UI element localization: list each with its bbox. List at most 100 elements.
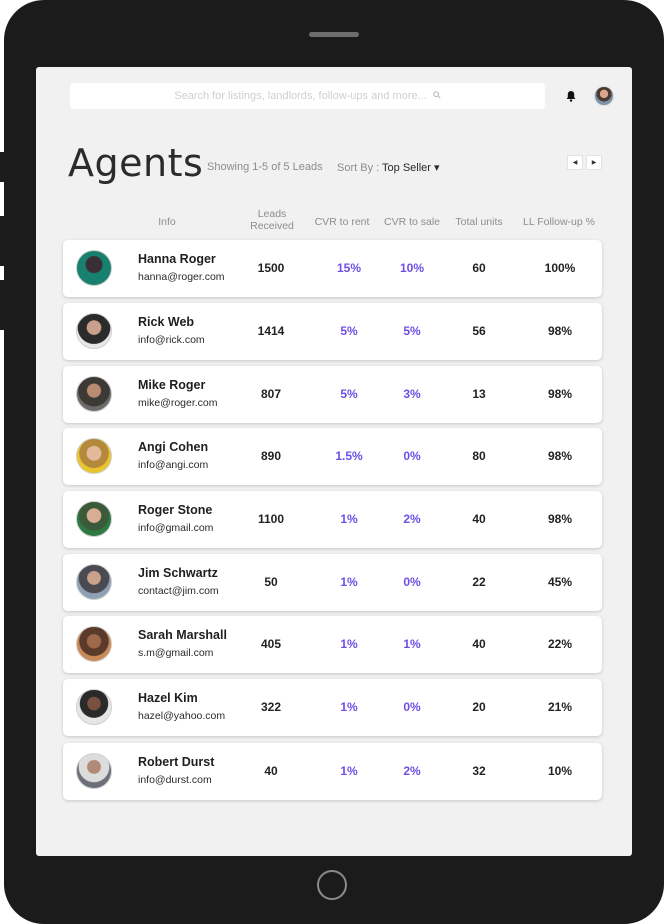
agent-email: hanna@roger.com (138, 271, 225, 283)
total-units: 40 (472, 637, 486, 651)
avatar (76, 376, 112, 412)
cvr-to-sale: 10% (399, 261, 425, 275)
avatar (76, 626, 112, 662)
cvr-to-rent: 1% (340, 764, 358, 778)
cvr-to-rent: 15% (336, 261, 362, 275)
cvr-to-sale: 2% (403, 512, 421, 526)
agent-name: Robert Durst (138, 755, 215, 769)
table-row[interactable]: Roger Stone info@gmail.com 1100 1% 2% 40… (63, 491, 602, 548)
total-units: 40 (472, 512, 486, 526)
search-input[interactable]: Search for listings, landlords, follow-u… (70, 83, 545, 109)
agent-email: mike@roger.com (138, 397, 218, 409)
caret-right-icon: ▶ (591, 160, 597, 166)
side-button (0, 152, 4, 182)
leads-received: 807 (260, 387, 282, 401)
leads-received: 405 (260, 637, 282, 651)
leads-received: 1500 (257, 261, 285, 275)
agent-name: Mike Roger (138, 378, 206, 392)
column-header-leads[interactable]: Leads Received (245, 208, 299, 232)
agent-email: info@angi.com (138, 459, 209, 471)
ll-follow-up: 10% (547, 764, 573, 778)
table-row[interactable]: Hazel Kim hazel@yahoo.com 322 1% 0% 20 2… (63, 679, 602, 736)
user-avatar[interactable] (594, 86, 614, 106)
agent-name: Hanna Roger (138, 252, 216, 266)
top-bar: Search for listings, landlords, follow-u… (36, 67, 632, 127)
table-row[interactable]: Mike Roger mike@roger.com 807 5% 3% 13 9… (63, 366, 602, 423)
cvr-to-sale: 3% (403, 387, 421, 401)
agent-name: Roger Stone (138, 503, 213, 517)
sort-by-dropdown[interactable]: Sort By : Top Seller ▾ (337, 161, 440, 174)
table-row[interactable]: Sarah Marshall s.m@gmail.com 405 1% 1% 4… (63, 616, 602, 673)
leads-received: 50 (264, 575, 278, 589)
side-button (0, 280, 4, 330)
agent-name: Sarah Marshall (138, 628, 227, 642)
home-button[interactable] (317, 870, 347, 900)
table-row[interactable]: Hanna Roger hanna@roger.com 1500 15% 10%… (63, 240, 602, 297)
column-header-ll-follow-up[interactable]: LL Follow-up % (516, 216, 602, 228)
results-count: Showing 1-5 of 5 Leads (207, 161, 323, 173)
ll-follow-up: 98% (547, 324, 573, 338)
total-units: 13 (472, 387, 486, 401)
agent-email: hazel@yahoo.com (138, 710, 226, 722)
leads-received: 1100 (257, 512, 285, 526)
agent-name: Jim Schwartz (138, 566, 218, 580)
next-page-button[interactable]: ▶ (586, 155, 602, 170)
avatar (76, 689, 112, 725)
cvr-to-rent: 1% (340, 512, 358, 526)
avatar (76, 313, 112, 349)
cvr-to-sale: 0% (403, 700, 421, 714)
cvr-to-sale: 0% (403, 575, 421, 589)
cvr-to-rent: 5% (340, 387, 358, 401)
ll-follow-up: 98% (547, 449, 573, 463)
agent-email: info@rick.com (138, 334, 205, 346)
cvr-to-sale: 2% (403, 764, 421, 778)
ll-follow-up: 45% (547, 575, 573, 589)
table-row[interactable]: Angi Cohen info@angi.com 890 1.5% 0% 80 … (63, 428, 602, 485)
avatar (76, 753, 112, 789)
ll-follow-up: 100% (544, 261, 576, 275)
ll-follow-up: 21% (547, 700, 573, 714)
cvr-to-rent: 5% (340, 324, 358, 338)
bell-icon[interactable] (564, 89, 578, 103)
cvr-to-rent: 1% (340, 637, 358, 651)
total-units: 60 (472, 261, 486, 275)
column-header-total-units[interactable]: Total units (446, 216, 512, 228)
total-units: 22 (472, 575, 486, 589)
table-row[interactable]: Jim Schwartz contact@jim.com 50 1% 0% 22… (63, 554, 602, 611)
cvr-to-sale: 0% (403, 449, 421, 463)
caret-left-icon: ◀ (572, 160, 578, 166)
ll-follow-up: 98% (547, 512, 573, 526)
previous-page-button[interactable]: ◀ (567, 155, 583, 170)
column-header-cvr-sale[interactable]: CVR to sale (376, 216, 448, 228)
agent-email: s.m@gmail.com (138, 647, 214, 659)
agent-email: info@gmail.com (138, 522, 214, 534)
ll-follow-up: 22% (547, 637, 573, 651)
leads-received: 40 (264, 764, 278, 778)
agent-email: info@durst.com (138, 774, 212, 786)
leads-received: 322 (260, 700, 282, 714)
leads-received: 1414 (257, 324, 285, 338)
ll-follow-up: 98% (547, 387, 573, 401)
total-units: 56 (472, 324, 486, 338)
agent-name: Angi Cohen (138, 440, 209, 454)
cvr-to-rent: 1% (340, 700, 358, 714)
speaker-grille (309, 32, 359, 37)
search-icon[interactable] (432, 91, 441, 101)
avatar (76, 438, 112, 474)
cvr-to-sale: 5% (403, 324, 421, 338)
screen: Search for listings, landlords, follow-u… (36, 67, 632, 856)
table-row[interactable]: Rick Web info@rick.com 1414 5% 5% 56 98% (63, 303, 602, 360)
total-units: 80 (472, 449, 486, 463)
sort-label: Sort By : (337, 162, 383, 174)
cvr-to-sale: 1% (403, 637, 421, 651)
page-title: Agents (68, 141, 204, 185)
search-placeholder: Search for listings, landlords, follow-u… (174, 90, 427, 102)
tablet-frame: Search for listings, landlords, follow-u… (4, 0, 664, 924)
avatar (76, 250, 112, 286)
column-header-cvr-rent[interactable]: CVR to rent (306, 216, 378, 228)
agent-name: Rick Web (138, 315, 195, 329)
avatar (76, 501, 112, 537)
column-header-info[interactable]: Info (142, 216, 192, 228)
total-units: 32 (472, 764, 486, 778)
table-row[interactable]: Robert Durst info@durst.com 40 1% 2% 32 … (63, 743, 602, 800)
